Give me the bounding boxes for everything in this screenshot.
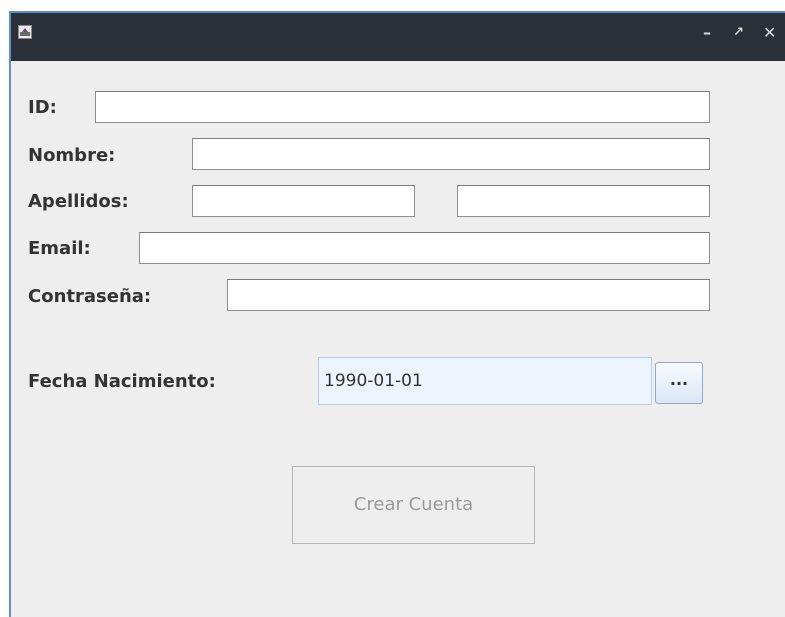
apellido2-field[interactable]	[457, 185, 710, 217]
email-field[interactable]	[139, 232, 710, 264]
email-label: Email:	[28, 238, 91, 259]
app-icon	[18, 25, 32, 39]
fecha-nacimiento-label: Fecha Nacimiento:	[28, 371, 216, 392]
nombre-label: Nombre:	[28, 145, 116, 166]
apellido1-field[interactable]	[192, 185, 415, 217]
id-label: ID:	[28, 97, 57, 118]
nombre-field[interactable]	[192, 138, 710, 170]
fecha-nacimiento-field[interactable]: 1990-01-01	[318, 357, 652, 405]
id-field[interactable]	[95, 91, 710, 123]
title-bar[interactable]: – ↗ ✕	[11, 11, 785, 61]
crear-cuenta-button[interactable]: Crear Cuenta	[292, 466, 535, 544]
app-window: – ↗ ✕ ID: Nombre: Apellidos: Email: Cont…	[9, 11, 785, 617]
apellidos-label: Apellidos:	[28, 191, 129, 212]
password-field[interactable]	[227, 279, 710, 311]
date-picker-button[interactable]: ...	[655, 362, 703, 404]
close-icon[interactable]: ✕	[763, 23, 776, 43]
password-label: Contraseña:	[28, 286, 152, 307]
minimize-icon[interactable]: –	[703, 23, 711, 43]
maximize-icon[interactable]: ↗	[733, 23, 744, 43]
